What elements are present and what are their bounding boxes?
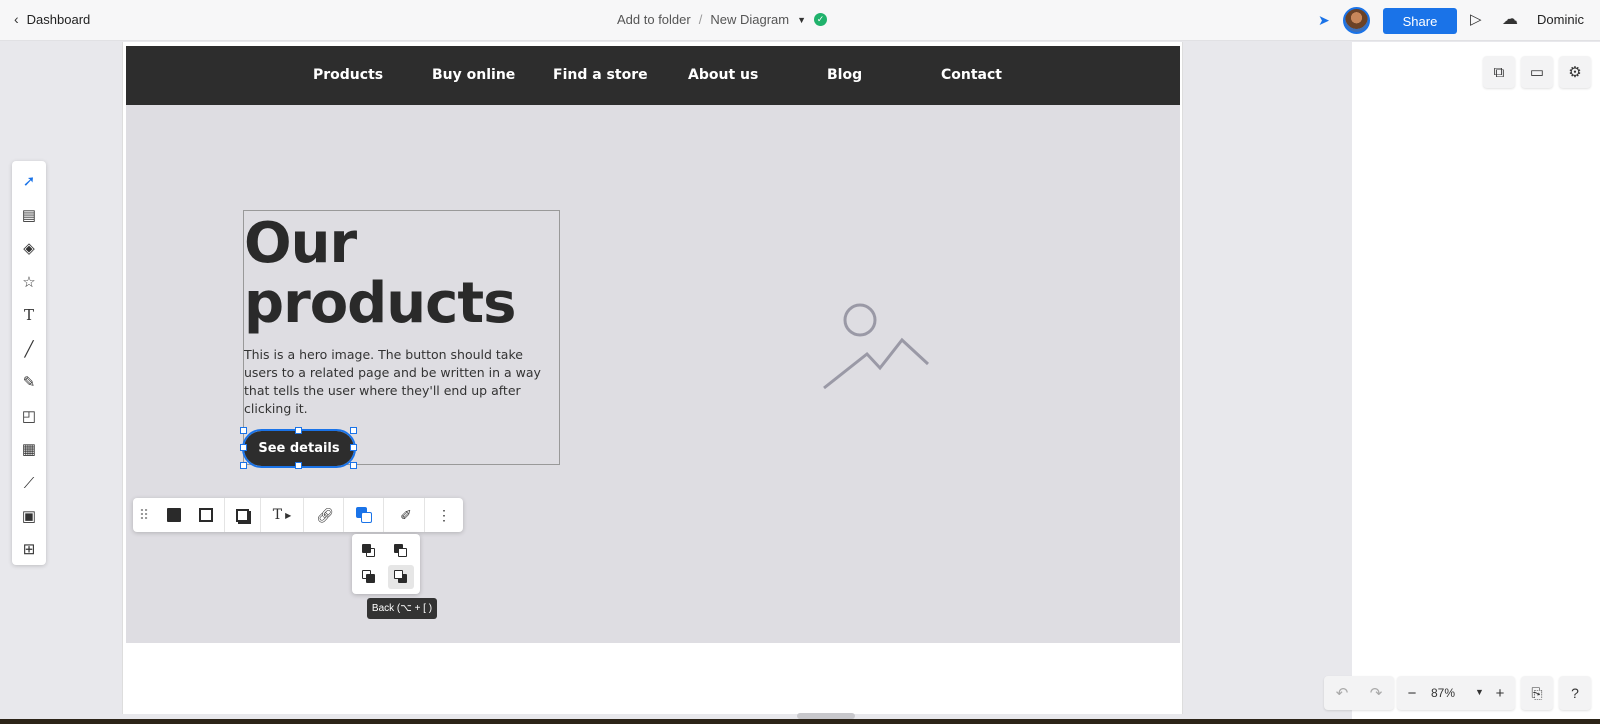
- user-name[interactable]: Dominic: [1537, 12, 1584, 27]
- shadow-button[interactable]: [227, 498, 257, 532]
- link-icon[interactable]: 🔗︎: [310, 498, 340, 532]
- toolbar-divider: [343, 498, 344, 532]
- star-icon[interactable]: ☆: [12, 268, 46, 296]
- format-painter-icon[interactable]: ✐: [391, 498, 421, 532]
- site-navbar[interactable]: Products Buy online Find a store About u…: [126, 46, 1180, 105]
- resize-handle[interactable]: [350, 444, 357, 451]
- image-icon[interactable]: ▣: [12, 502, 46, 530]
- undo-redo-group: ↶ ↷: [1324, 676, 1394, 710]
- breadcrumb: Add to folder / New Diagram ▼ ✓: [617, 12, 828, 27]
- window-bottom-edge: [0, 719, 1600, 724]
- tooltip: Back (⌥ + [ ): [367, 598, 437, 619]
- nav-find-store[interactable]: Find a store: [553, 67, 648, 83]
- chevron-left-icon: ‹: [14, 11, 19, 27]
- resize-handle[interactable]: [240, 462, 247, 469]
- help-icon[interactable]: ?: [1559, 676, 1591, 710]
- comments-icon[interactable]: ▭: [1521, 56, 1553, 88]
- fill-swatch-icon: [167, 508, 181, 522]
- bring-to-front-button[interactable]: [388, 539, 414, 563]
- zoom-out-icon[interactable]: −: [1397, 676, 1427, 710]
- zoom-in-icon[interactable]: +: [1485, 676, 1515, 710]
- shadow-icon: [235, 508, 249, 522]
- sticky-note-icon[interactable]: ◰: [12, 402, 46, 430]
- breadcrumb-separator: /: [698, 12, 703, 27]
- saved-check-icon: ✓: [814, 13, 828, 26]
- send-to-back-icon: [394, 570, 408, 584]
- nav-about-us[interactable]: About us: [688, 67, 758, 83]
- resize-handle[interactable]: [350, 462, 357, 469]
- fill-color-button[interactable]: [159, 498, 189, 532]
- dashboard-label: Dashboard: [26, 11, 91, 27]
- resize-handle[interactable]: [295, 427, 302, 434]
- dashboard-back-link[interactable]: ‹ Dashboard: [14, 11, 90, 27]
- resize-handle[interactable]: [240, 427, 247, 434]
- floating-toolbar: ⠿ T ▶ 🔗︎ ✐ ⋮: [133, 498, 463, 532]
- chevron-down-icon[interactable]: ▼: [797, 15, 806, 25]
- cloud-download-icon[interactable]: ☁: [1502, 9, 1518, 29]
- right-panel: ⧉ ▭ ⚙: [1352, 42, 1600, 724]
- hero-title[interactable]: Our products: [244, 214, 564, 334]
- line-icon[interactable]: ╱: [12, 335, 46, 363]
- pen-icon[interactable]: ✎: [12, 368, 46, 396]
- image-placeholder-icon[interactable]: [822, 302, 930, 392]
- version-history-icon[interactable]: ⎘: [1521, 676, 1553, 710]
- add-to-folder-link[interactable]: Add to folder: [617, 12, 691, 27]
- nav-products[interactable]: Products: [313, 67, 383, 83]
- zoom-control: − 87% ▼ +: [1397, 676, 1515, 710]
- hero-title-line1: Our: [244, 211, 357, 276]
- collab-cursor-icon[interactable]: ➤: [1318, 12, 1330, 29]
- see-details-button[interactable]: See details: [242, 429, 356, 468]
- arrange-icon: [356, 507, 372, 523]
- arrange-order-button[interactable]: [349, 498, 379, 532]
- stroke-button[interactable]: [191, 498, 221, 532]
- nav-buy-online[interactable]: Buy online: [432, 67, 515, 83]
- present-play-icon[interactable]: ▷: [1470, 10, 1482, 28]
- toolbar-divider: [303, 498, 304, 532]
- send-to-back-button[interactable]: [388, 565, 414, 589]
- nav-contact[interactable]: Contact: [941, 67, 1002, 83]
- bring-forward-icon: [362, 544, 376, 558]
- chart-icon[interactable]: ⟋: [12, 469, 46, 497]
- pages-panel-icon[interactable]: ⧉: [1483, 56, 1515, 88]
- table-icon[interactable]: ▦: [12, 435, 46, 463]
- page-icon[interactable]: ▤: [12, 201, 46, 229]
- document-title[interactable]: New Diagram: [710, 12, 789, 27]
- shapes-icon[interactable]: ◈: [12, 234, 46, 262]
- hero-description[interactable]: This is a hero image. The button should …: [244, 346, 560, 418]
- settings-gear-icon[interactable]: ⚙: [1559, 56, 1591, 88]
- send-backward-icon: [362, 570, 376, 584]
- drag-handle-icon[interactable]: ⠿: [133, 498, 155, 532]
- resize-handle[interactable]: [295, 462, 302, 469]
- undo-icon[interactable]: ↶: [1327, 676, 1357, 710]
- toolbar-divider: [383, 498, 384, 532]
- arrange-popup: [352, 534, 420, 594]
- chevron-down-icon[interactable]: ▼: [1475, 687, 1484, 697]
- text-format-button[interactable]: T ▶: [264, 498, 300, 532]
- hero-title-line2: products: [244, 271, 516, 336]
- toolbar-divider: [424, 498, 425, 532]
- toolbar-divider: [224, 498, 225, 532]
- avatar[interactable]: [1343, 7, 1370, 34]
- bring-forward-button[interactable]: [356, 539, 382, 563]
- tool-rail: ➚ ▤ ◈ ☆ T ╱ ✎ ◰ ▦ ⟋ ▣ ⊞: [12, 161, 46, 565]
- share-button[interactable]: Share: [1383, 8, 1457, 34]
- toolbar-divider: [260, 498, 261, 532]
- resize-handle[interactable]: [240, 444, 247, 451]
- select-icon[interactable]: ➚: [12, 167, 46, 195]
- stroke-icon: [199, 508, 213, 522]
- resize-handle[interactable]: [350, 427, 357, 434]
- redo-icon[interactable]: ↷: [1361, 676, 1391, 710]
- more-options-icon[interactable]: ⋮: [429, 498, 459, 532]
- nav-blog[interactable]: Blog: [827, 67, 862, 83]
- top-bar: ‹ Dashboard Add to folder / New Diagram …: [0, 0, 1600, 41]
- send-backward-button[interactable]: [356, 565, 382, 589]
- bring-to-front-icon: [394, 544, 408, 558]
- text-icon[interactable]: T: [12, 301, 46, 329]
- zoom-level[interactable]: 87%: [1431, 686, 1455, 700]
- embed-icon[interactable]: ⊞: [12, 535, 46, 563]
